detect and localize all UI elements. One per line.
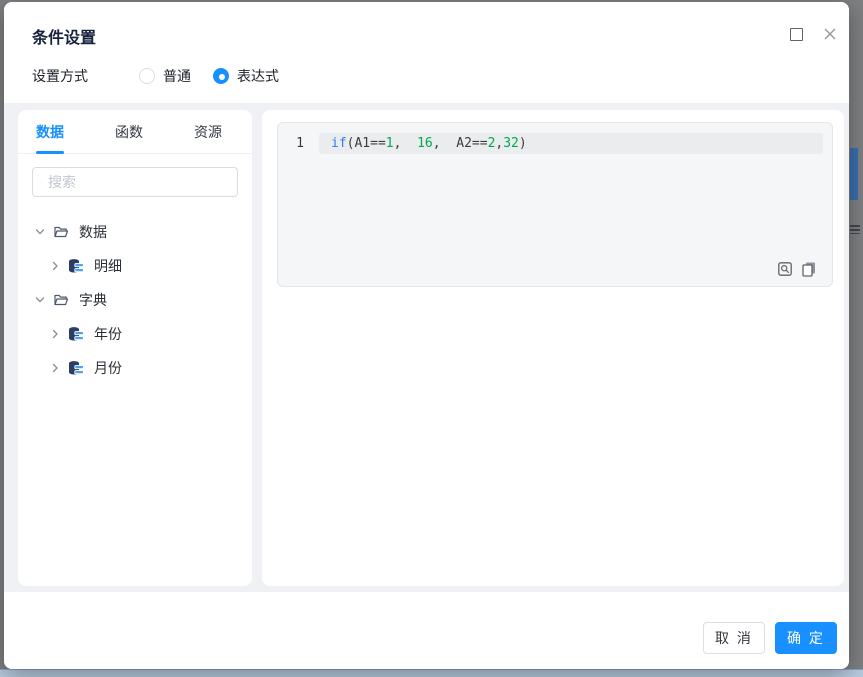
tab-resources[interactable]: 资源 bbox=[194, 110, 222, 154]
code-token: , bbox=[432, 136, 457, 151]
code-token: 16 bbox=[417, 136, 433, 151]
confirm-button[interactable]: 确 定 bbox=[775, 622, 837, 654]
tree-node-year-dataset[interactable]: 年份 bbox=[18, 317, 252, 351]
tree-node-label: 明细 bbox=[94, 258, 122, 274]
radio-option-expression[interactable]: 表达式 bbox=[213, 66, 279, 86]
radio-unselected-icon[interactable] bbox=[139, 68, 155, 84]
search-input[interactable] bbox=[48, 174, 229, 190]
tree-node-month-dataset[interactable]: 月份 bbox=[18, 351, 252, 385]
tree-node-detail-dataset[interactable]: 明细 bbox=[18, 249, 252, 283]
background-app-fragment bbox=[850, 148, 858, 200]
mode-selector-row: 设置方式 普通 表达式 bbox=[32, 66, 301, 86]
data-tree: 数据 明细 字典 年份 月份 bbox=[18, 209, 252, 385]
folder-icon bbox=[53, 292, 69, 308]
close-button[interactable] bbox=[819, 23, 841, 45]
preview-button[interactable] bbox=[777, 261, 793, 277]
tree-node-dictionary-folder[interactable]: 字典 bbox=[18, 283, 252, 317]
maximize-button[interactable] bbox=[785, 23, 807, 45]
code-token: if bbox=[331, 136, 347, 151]
copy-button[interactable] bbox=[801, 261, 817, 277]
folder-icon bbox=[53, 224, 69, 240]
dialog-footer: 取 消 确 定 bbox=[4, 592, 849, 669]
code-token: , bbox=[393, 136, 418, 151]
chevron-right-icon[interactable] bbox=[48, 327, 62, 341]
copy-icon bbox=[802, 262, 815, 277]
code-token: 1 bbox=[385, 136, 394, 151]
close-icon bbox=[824, 28, 836, 40]
chevron-right-icon[interactable] bbox=[48, 361, 62, 375]
code-line[interactable]: if(A1==1, 16, A2==2,32) bbox=[331, 133, 527, 154]
cancel-button[interactable]: 取 消 bbox=[703, 622, 765, 654]
editor-actions bbox=[777, 261, 817, 277]
dialog-header: 条件设置 设置方式 普通 表达式 bbox=[4, 2, 849, 103]
code-token: A2== bbox=[456, 136, 488, 151]
chevron-right-icon[interactable] bbox=[48, 259, 62, 273]
background-app-fragment bbox=[0, 669, 863, 677]
dialog-title: 条件设置 bbox=[32, 30, 97, 47]
search-box[interactable] bbox=[32, 167, 238, 197]
mode-label: 设置方式 bbox=[32, 68, 88, 84]
code-editor[interactable]: 1 if(A1==1, 16, A2==2,32) bbox=[277, 122, 833, 287]
code-token: ) bbox=[518, 136, 527, 151]
radio-option-normal[interactable]: 普通 bbox=[139, 66, 191, 86]
chevron-down-icon[interactable] bbox=[33, 225, 47, 239]
tab-functions[interactable]: 函数 bbox=[115, 110, 143, 154]
tree-node-label: 月份 bbox=[94, 360, 122, 376]
condition-settings-dialog: 条件设置 设置方式 普通 表达式 数据 函数 资源 搜索 数据 明细 字典 年份… bbox=[4, 2, 849, 669]
line-number: 1 bbox=[296, 136, 304, 151]
search-icon bbox=[41, 181, 42, 183]
maximize-icon bbox=[789, 27, 803, 41]
database-icon bbox=[68, 360, 84, 376]
panel-tab-bar: 数据 函数 资源 bbox=[18, 110, 252, 154]
database-icon bbox=[68, 326, 84, 342]
expression-panel: 1 if(A1==1, 16, A2==2,32) bbox=[262, 110, 844, 586]
radio-selected-icon[interactable] bbox=[213, 68, 229, 84]
tree-node-label: 字典 bbox=[79, 292, 107, 308]
editor-gutter: 1 bbox=[278, 123, 322, 286]
dialog-content: 数据 函数 资源 搜索 数据 明细 字典 年份 月份 1 if(A1==1, 1… bbox=[4, 103, 849, 594]
tree-node-label: 数据 bbox=[79, 224, 107, 240]
tab-data[interactable]: 数据 bbox=[36, 110, 64, 154]
radio-label: 普通 bbox=[163, 68, 191, 84]
radio-label: 表达式 bbox=[237, 68, 279, 84]
preview-icon bbox=[778, 262, 792, 276]
code-token: 32 bbox=[503, 136, 519, 151]
chevron-down-icon[interactable] bbox=[33, 293, 47, 307]
background-app-fragment bbox=[850, 225, 860, 234]
data-source-panel: 数据 函数 资源 搜索 数据 明细 字典 年份 月份 bbox=[18, 110, 252, 586]
database-icon bbox=[68, 258, 84, 274]
tree-node-label: 年份 bbox=[94, 326, 122, 342]
tree-node-data-folder[interactable]: 数据 bbox=[18, 215, 252, 249]
code-token: (A1== bbox=[346, 136, 386, 151]
